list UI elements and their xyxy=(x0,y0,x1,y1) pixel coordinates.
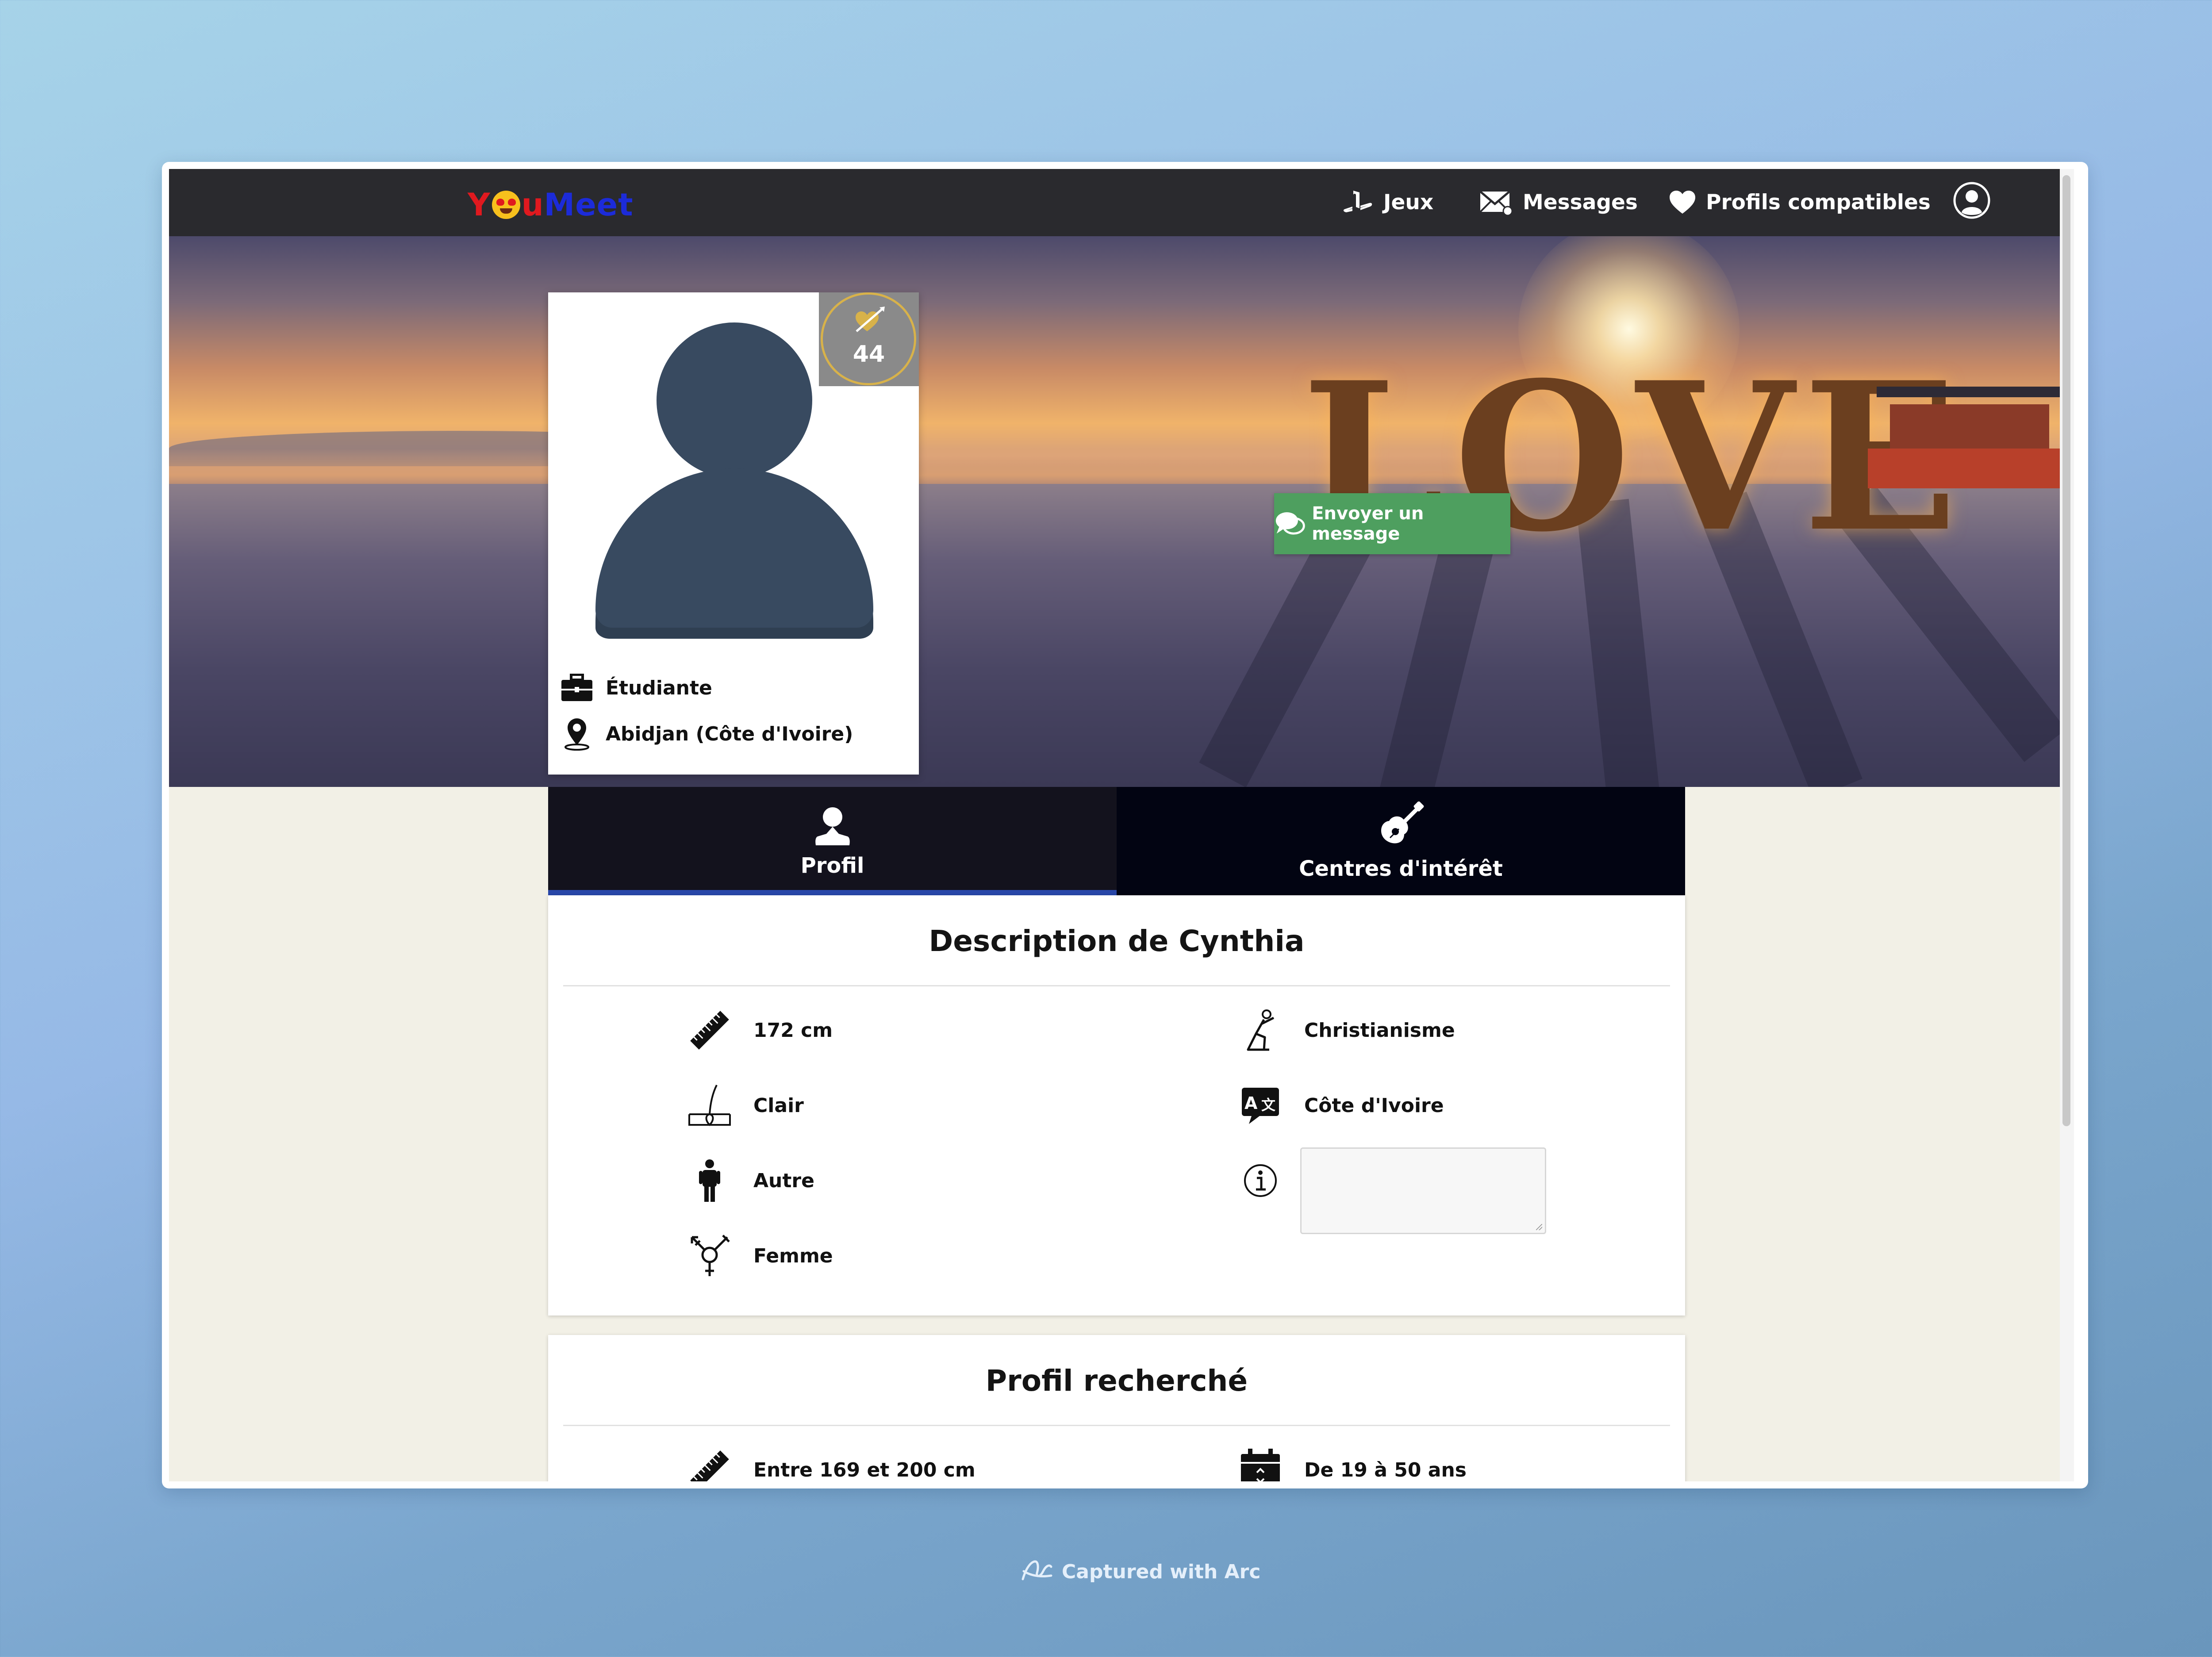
ruler-icon xyxy=(690,1011,729,1050)
seeking-age: De 19 à 50 ans xyxy=(1236,1446,1467,1481)
seeking-height: Entre 169 et 200 cm xyxy=(685,1446,975,1481)
captured-text: Captured with Arc xyxy=(1062,1560,1261,1583)
nav-messages-link[interactable]: Messages xyxy=(1479,182,1638,222)
tab-interests-label: Centres d'intérêt xyxy=(1299,856,1503,881)
nav-games-label: Jeux xyxy=(1383,190,1434,215)
logo-letter-u: u xyxy=(521,187,544,223)
nav-matches-link[interactable]: Profils compatibles xyxy=(1669,182,1931,222)
logo-word-meet: Meet xyxy=(544,187,634,223)
body-value: Autre xyxy=(753,1169,814,1192)
profile-tabs: Profil Centres d'intérêt xyxy=(548,787,1685,895)
user-account-button[interactable] xyxy=(1953,180,2001,220)
svg-text:A: A xyxy=(1244,1093,1258,1113)
tab-profile-label: Profil xyxy=(800,853,864,878)
attribute-height: 172 cm xyxy=(685,1006,833,1055)
about-textarea[interactable] xyxy=(1300,1147,1546,1234)
attribute-body: Autre xyxy=(685,1156,814,1205)
browser-window: YuMeet Jeux Messages Profils compatibles… xyxy=(162,162,2088,1488)
vertical-scrollbar[interactable] xyxy=(2060,169,2074,1481)
briefcase-icon xyxy=(561,674,592,701)
seeking-title: Profil recherché xyxy=(985,1364,1248,1398)
seeking-age-value: De 19 à 50 ans xyxy=(1304,1458,1467,1481)
chat-bubbles-icon xyxy=(1275,512,1305,535)
hair-icon xyxy=(688,1085,731,1126)
logo-letter-y: Y xyxy=(468,187,491,223)
youmeet-logo[interactable]: YuMeet xyxy=(468,187,634,223)
art-car-image xyxy=(1868,369,2060,493)
nav-messages-label: Messages xyxy=(1523,190,1638,215)
language-icon: A 文 xyxy=(1242,1088,1279,1124)
description-section: Description de Cynthia 172 cm Clair Autr… xyxy=(548,895,1685,1316)
nav-matches-label: Profils compatibles xyxy=(1706,190,1931,215)
attribute-gender: Femme xyxy=(685,1231,833,1280)
attribute-about xyxy=(1236,1156,1304,1205)
send-message-button[interactable]: Envoyer un message xyxy=(1274,493,1510,554)
arc-logo-icon xyxy=(1022,1560,1052,1580)
person-silhouette-icon xyxy=(815,807,850,845)
attribute-religion: Christianisme xyxy=(1236,1006,1455,1055)
page-viewport: YuMeet Jeux Messages Profils compatibles… xyxy=(169,169,2074,1481)
occupation-row: Étudiante xyxy=(561,674,712,702)
guitar-icon xyxy=(1381,801,1424,843)
top-navbar: YuMeet Jeux Messages Profils compatibles xyxy=(169,169,2060,236)
map-pin-icon xyxy=(565,718,589,751)
hair-value: Clair xyxy=(753,1094,804,1117)
ruler-icon xyxy=(690,1450,729,1481)
description-title: Description de Cynthia xyxy=(929,924,1305,958)
playstation-icon xyxy=(1343,191,1372,212)
tab-interests[interactable]: Centres d'intérêt xyxy=(1117,787,1685,895)
gender-icon xyxy=(691,1235,730,1276)
nav-games-link[interactable]: Jeux xyxy=(1343,182,1433,222)
heart-icon xyxy=(1670,191,1695,214)
attribute-nationality: A 文 Côte d'Ivoire xyxy=(1236,1081,1444,1130)
cover-photo: LOVE 44 Étudiante Abidjan (Côte d'Ivoire… xyxy=(169,236,2060,787)
svg-text:文: 文 xyxy=(1261,1097,1275,1113)
calendar-icon xyxy=(1241,1449,1280,1481)
tab-profile[interactable]: Profil xyxy=(548,787,1117,895)
occupation-text: Étudiante xyxy=(606,676,712,699)
seeking-section: Profil recherché Entre 169 et 200 cm De … xyxy=(548,1335,1685,1481)
envelope-icon xyxy=(1479,191,1513,216)
praying-icon xyxy=(1247,1009,1275,1051)
section-divider xyxy=(563,985,1670,986)
attribute-hair: Clair xyxy=(685,1081,804,1130)
compatibility-badge: 44 xyxy=(819,292,919,386)
seeking-height-value: Entre 169 et 200 cm xyxy=(753,1458,975,1481)
profile-card: 44 Étudiante Abidjan (Côte d'Ivoire) xyxy=(548,292,919,775)
person-icon xyxy=(699,1159,720,1202)
location-row: Abidjan (Côte d'Ivoire) xyxy=(561,717,853,751)
heart-eyes-emoji-icon xyxy=(492,191,520,219)
location-text: Abidjan (Côte d'Ivoire) xyxy=(606,722,853,745)
religion-value: Christianisme xyxy=(1304,1019,1455,1042)
send-message-label: Envoyer un message xyxy=(1312,503,1424,544)
info-icon xyxy=(1244,1164,1277,1197)
nationality-value: Côte d'Ivoire xyxy=(1304,1094,1444,1117)
section-divider xyxy=(563,1425,1670,1426)
captured-with-arc: Captured with Arc xyxy=(1020,1558,1260,1585)
compatibility-score: 44 xyxy=(853,341,885,368)
scrollbar-thumb[interactable] xyxy=(2062,175,2070,1126)
user-circle-icon xyxy=(1953,182,1990,219)
gender-value: Femme xyxy=(753,1244,833,1267)
heart-arrow-icon xyxy=(856,307,885,332)
height-value: 172 cm xyxy=(753,1019,833,1042)
